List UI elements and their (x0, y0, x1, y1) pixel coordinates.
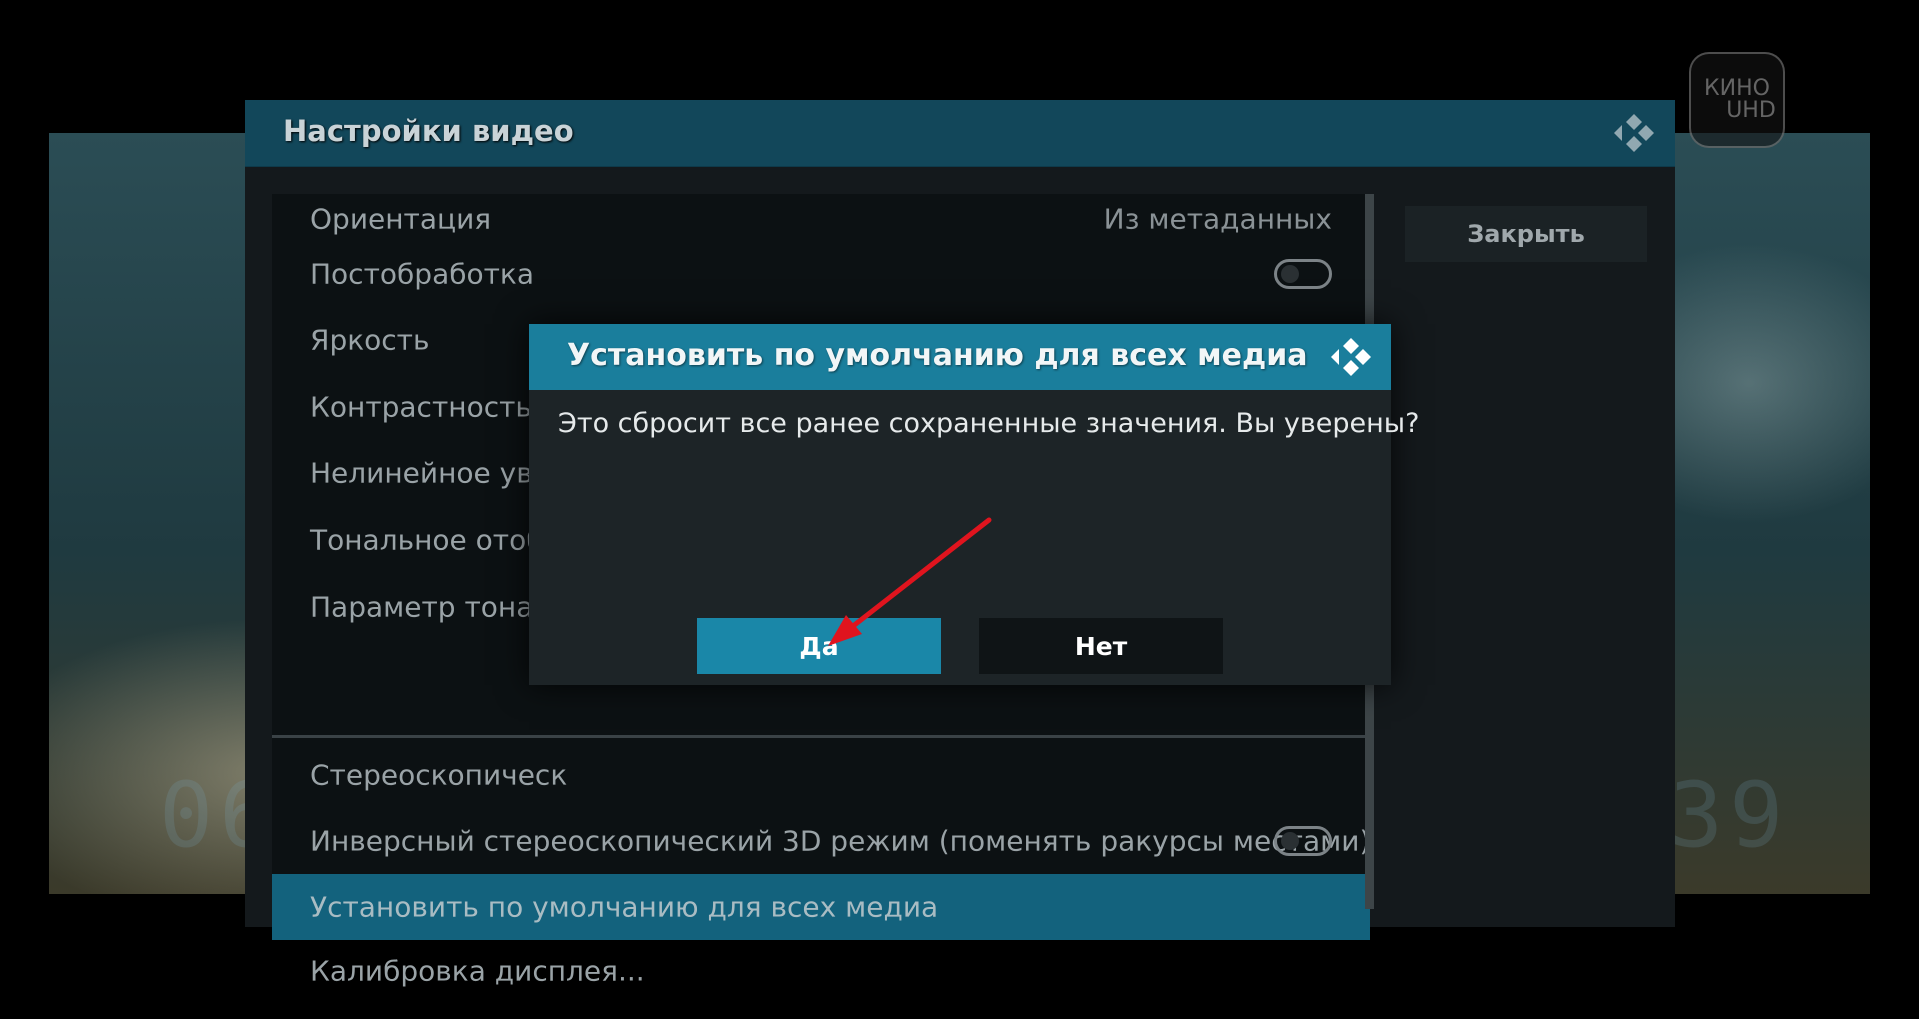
setting-set-default-all-media[interactable]: Установить по умолчанию для всех медиа (272, 874, 1370, 940)
toggle-knob (1281, 265, 1299, 283)
dialog-title: Установить по умолчанию для всех медиа (567, 338, 1308, 373)
setting-label: Инверсный стереоскопический 3D режим (по… (310, 824, 1371, 858)
setting-label: Яркость (310, 323, 430, 357)
panel-header: Настройки видео (245, 100, 1675, 167)
setting-label: Установить по умолчанию для всех медиа (310, 890, 939, 924)
setting-inverse-stereoscopic[interactable]: Инверсный стереоскопический 3D режим (по… (272, 808, 1370, 874)
setting-label: Тональное отобр (310, 523, 562, 557)
panel-title: Настройки видео (283, 114, 574, 148)
channel-logo-line1: КИНО (1704, 76, 1770, 101)
channel-logo-line2: UHD (1726, 98, 1776, 123)
no-button[interactable]: Нет (979, 618, 1223, 674)
close-button[interactable]: Закрыть (1405, 206, 1647, 262)
dialog-header: Установить по умолчанию для всех медиа (529, 324, 1391, 390)
kodi-logo-icon (1331, 338, 1371, 376)
setting-label: Постобработка (310, 257, 534, 291)
background-ghost-text-right: 39 (1669, 763, 1790, 868)
setting-label: Ориентация (310, 202, 492, 236)
dialog-message: Это сбросит все ранее сохраненные значен… (558, 408, 1420, 439)
postprocessing-toggle[interactable] (1274, 259, 1332, 289)
list-separator (272, 735, 1370, 738)
setting-value: Из метаданных (1103, 202, 1332, 236)
setting-label: Контрастность (310, 390, 532, 424)
setting-postprocessing[interactable]: Постобработка (272, 241, 1370, 307)
toggle-knob (1281, 832, 1299, 850)
kodi-logo-icon (1614, 114, 1654, 152)
setting-label: Стереоскопическ (310, 758, 568, 792)
yes-button[interactable]: Да (697, 618, 941, 674)
screen: 06 39 КИНО UHD Настройки видео Ориентаци… (0, 0, 1919, 1019)
setting-display-calibration[interactable]: Калибровка дисплея... (272, 941, 1370, 1001)
setting-label: Калибровка дисплея... (310, 954, 645, 988)
channel-logo: КИНО UHD (1689, 52, 1785, 148)
setting-stereoscopic-mode[interactable]: Стереоскопическ (272, 742, 1370, 808)
confirm-dialog: Установить по умолчанию для всех медиа Э… (529, 324, 1419, 685)
inverse-stereoscopic-toggle[interactable] (1274, 826, 1332, 856)
